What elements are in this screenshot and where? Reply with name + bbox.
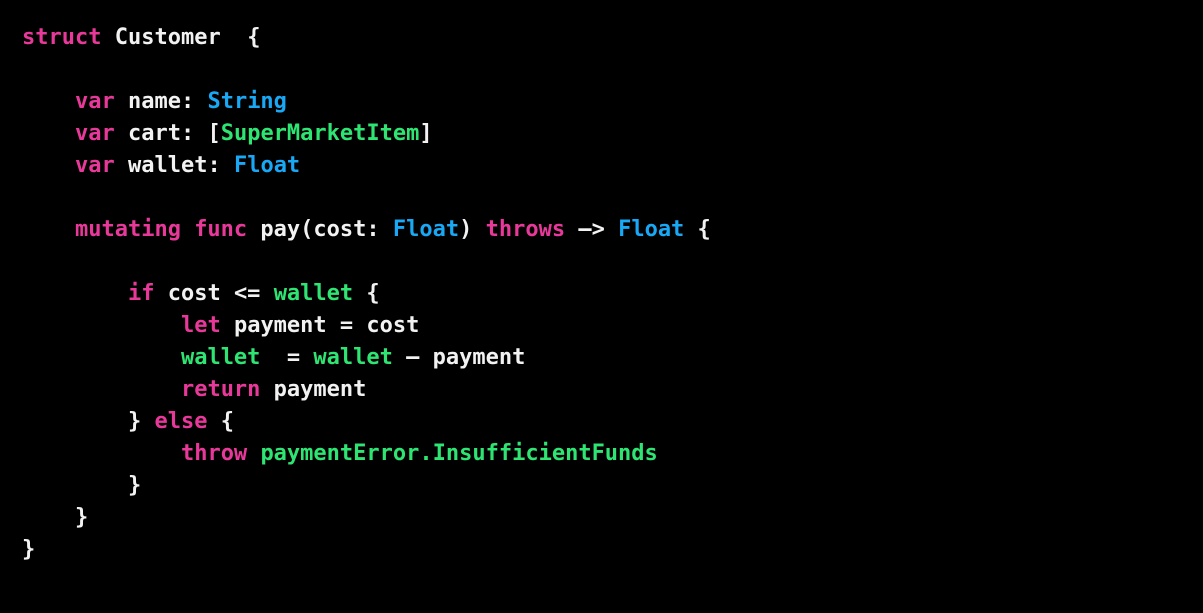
code-token-type: Float (618, 217, 685, 242)
code-token-plain: payment = cost (220, 313, 420, 338)
code-line: } (22, 470, 1203, 502)
code-token-plain: cost <= (154, 281, 274, 306)
code-line: mutating func pay(cost: Float) throws –>… (22, 214, 1203, 246)
code-token-punct: } (127, 409, 142, 434)
code-token-plain: payment (260, 377, 367, 402)
code-line: var name: String (22, 86, 1203, 118)
code-token-keyword: var (74, 89, 115, 114)
code-token-plain: wallet: (114, 153, 234, 178)
code-token-plain: – payment (392, 345, 526, 370)
code-token-identifier: wallet (313, 345, 393, 370)
code-token-keyword: throw (180, 441, 248, 466)
code-token-keyword: var (74, 153, 115, 178)
code-token-identifier: wallet (273, 281, 354, 306)
code-token-type: String (207, 89, 287, 114)
code-token-type: Float (392, 217, 460, 242)
code-line: wallet = wallet – payment (22, 342, 1203, 374)
code-line: } (22, 534, 1203, 566)
code-token-punct: { (247, 25, 261, 50)
code-line: var cart: [SuperMarketItem] (22, 118, 1203, 150)
code-line: } else { (22, 406, 1203, 438)
code-token-punct: { (353, 281, 380, 306)
code-token-punct: } (127, 473, 142, 498)
code-token-plain: Customer (114, 25, 221, 50)
code-token-punct: { (684, 217, 711, 242)
code-token-keyword: else (154, 409, 208, 434)
code-token-keyword: throws (485, 217, 566, 242)
code-line: struct Customer { (22, 22, 1203, 54)
code-line: var wallet: Float (22, 150, 1203, 182)
code-line: throw paymentError.InsufficientFunds (22, 438, 1203, 470)
code-token-punct: ] (419, 121, 433, 146)
code-line: } (22, 502, 1203, 534)
code-token-type: Float (233, 153, 301, 178)
code-token-keyword: if (127, 281, 155, 306)
code-token-keyword: return (180, 377, 261, 402)
code-editor[interactable]: struct Customer { var name: String var c… (0, 0, 1203, 613)
code-token-plain: ) (459, 217, 486, 242)
code-line: if cost <= wallet { (22, 278, 1203, 310)
code-token-keyword: struct (22, 25, 102, 50)
code-token-keyword: mutating func (74, 217, 248, 242)
code-token-plain: cart: [ (114, 121, 221, 146)
code-line: let payment = cost (22, 310, 1203, 342)
code-token-plain: pay(cost: (247, 217, 393, 242)
code-token-identifier: wallet (180, 345, 261, 370)
code-token-plain: = (260, 345, 314, 370)
code-token-punct: } (74, 505, 89, 530)
code-token-plain: –> (565, 217, 619, 242)
code-token-identifier: paymentError.InsufficientFunds (260, 441, 658, 466)
code-token-keyword: let (180, 313, 221, 338)
code-line-list: struct Customer { var name: String var c… (22, 22, 1203, 566)
code-token-punct: { (207, 409, 234, 434)
code-token-plain: name: (114, 89, 208, 114)
code-token-keyword: var (74, 121, 115, 146)
code-line: return payment (22, 374, 1203, 406)
code-token-identifier: SuperMarketItem (220, 121, 420, 146)
code-token-punct: } (22, 537, 36, 562)
